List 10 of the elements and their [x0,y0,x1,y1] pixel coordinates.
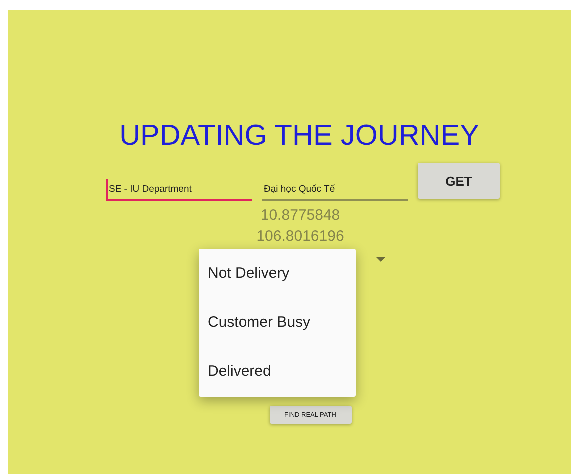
menu-item[interactable]: Not Delivery [208,262,290,286]
menu-item[interactable]: Customer Busy [208,310,311,335]
menu-item[interactable]: Delivered [208,360,272,384]
get-button[interactable]: GET [418,163,500,199]
coordinate-text: 106.8016196 [256,227,344,247]
text-field[interactable]: SE - IU Department [106,179,252,201]
coordinate-text: 10.8775848 [260,206,340,226]
dropdown-arrow-icon[interactable] [376,257,386,262]
page-title: UPDATING THE JOURNEY [118,119,480,154]
text-field[interactable]: Đại học Quốc Tế [262,179,408,201]
